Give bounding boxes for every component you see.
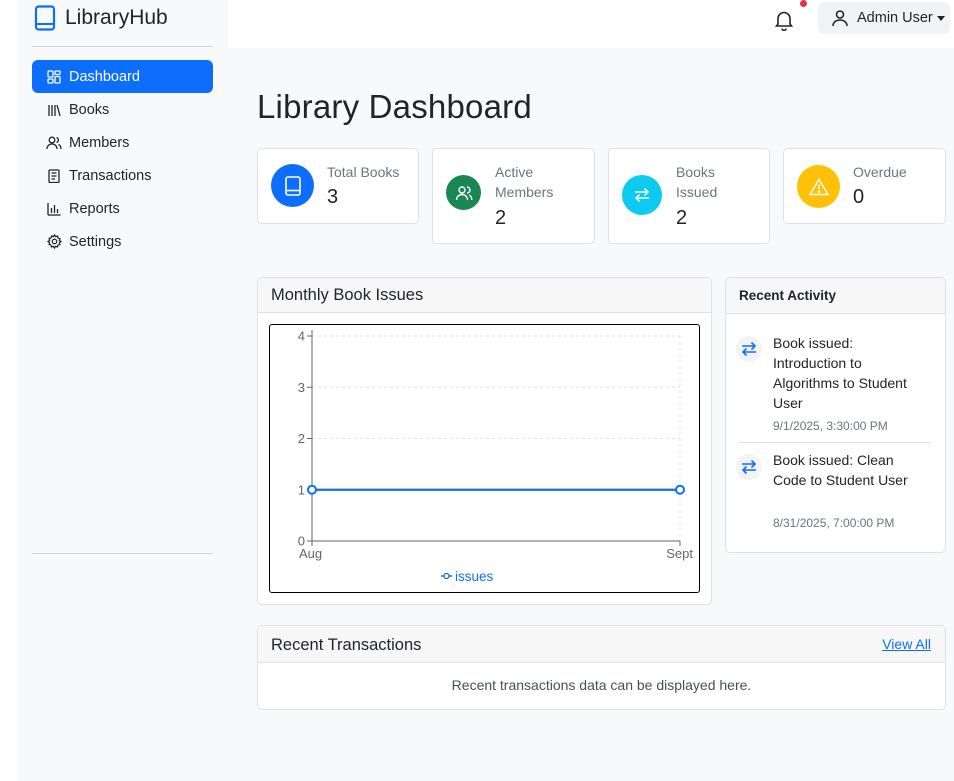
panel-header: Recent Transactions View All xyxy=(258,626,945,663)
dashboard-grid-icon xyxy=(46,69,62,85)
bar-chart-icon xyxy=(46,201,62,217)
y-tick-label: 2 xyxy=(298,431,305,446)
book-icon xyxy=(271,164,314,207)
arrows-exchange-icon xyxy=(736,336,762,362)
brand[interactable]: LibraryHub xyxy=(34,4,168,32)
user-menu-button[interactable]: Admin User xyxy=(818,2,950,34)
sidebar-item-transactions[interactable]: Transactions xyxy=(32,159,213,192)
stat-card-books-issued: Books Issued 2 xyxy=(608,148,770,244)
y-tick-label: 4 xyxy=(298,329,305,344)
stat-value: 0 xyxy=(853,186,865,208)
x-tick-label: Sept xyxy=(666,546,693,561)
stat-card-total-books: Total Books 3 xyxy=(257,148,419,224)
people-icon xyxy=(446,175,481,210)
panel-title: Monthly Book Issues xyxy=(271,286,424,304)
chevron-down-icon xyxy=(936,15,945,21)
panel-title: Recent Activity xyxy=(739,288,837,303)
activity-time: 9/1/2025, 3:30:00 PM xyxy=(773,419,888,433)
x-tick-label: Aug xyxy=(299,546,322,561)
sidebar-divider-top xyxy=(32,46,213,47)
books-icon xyxy=(46,102,62,118)
activity-time: 8/31/2025, 7:00:00 PM xyxy=(773,516,895,530)
activity-divider xyxy=(739,442,931,443)
person-icon xyxy=(832,10,848,27)
people-icon xyxy=(46,135,62,151)
top-navbar: Admin User xyxy=(228,0,954,48)
sidebar-item-dashboard[interactable]: Dashboard xyxy=(32,60,213,93)
notification-dot xyxy=(800,0,807,7)
y-tick-label: 3 xyxy=(298,380,305,395)
app-root: LibraryHub Dashboard Books Members Trans… xyxy=(0,0,954,781)
view-all-link[interactable]: View All xyxy=(882,636,931,652)
stat-card-overdue: Overdue 0 xyxy=(783,148,946,224)
main-content: Admin User Library Dashboard Total Books… xyxy=(228,0,954,781)
page-title: Library Dashboard xyxy=(257,88,532,125)
data-point xyxy=(675,484,685,495)
bell-icon[interactable] xyxy=(774,9,794,31)
sidebar-item-label: Reports xyxy=(69,200,120,217)
panel-header: Recent Activity xyxy=(726,278,945,314)
stat-card-active-members: Active Members 2 xyxy=(432,148,595,244)
stat-label: Overdue xyxy=(853,164,907,180)
sidebar-item-settings[interactable]: Settings xyxy=(32,225,213,258)
line-chart: 01234Aug Septissues xyxy=(298,329,694,585)
stat-label: Active Members xyxy=(495,164,554,200)
sidebar-nav: Dashboard Books Members Transactions Rep… xyxy=(32,60,213,258)
sidebar-item-label: Members xyxy=(69,134,130,151)
transactions-empty-text: Recent transactions data can be displaye… xyxy=(451,677,752,693)
user-name: Admin User xyxy=(857,10,933,26)
stat-value: 3 xyxy=(327,186,339,208)
sidebar-item-label: Transactions xyxy=(69,167,152,184)
book-icon xyxy=(34,5,56,31)
arrows-exchange-icon xyxy=(622,175,662,215)
activity-text: Book issued: Introduction to Algorithms … xyxy=(773,335,907,411)
arrows-exchange-icon xyxy=(736,454,762,480)
recent-activity-panel: Recent Activity Book issued: Introductio… xyxy=(725,277,946,553)
panel-title: Recent Transactions xyxy=(271,636,422,654)
sidebar-item-label: Dashboard xyxy=(69,68,140,85)
activity-text: Book issued: Clean Code to Student User xyxy=(773,452,908,488)
recent-transactions-panel: Recent Transactions View All Recent tran… xyxy=(257,625,946,710)
brand-name: LibraryHub xyxy=(65,6,168,29)
warning-triangle-icon xyxy=(797,165,840,208)
stat-label: Books Issued xyxy=(676,164,718,200)
sidebar-item-label: Settings xyxy=(69,233,122,250)
stat-value: 2 xyxy=(495,207,507,229)
sidebar-item-label: Books xyxy=(69,101,110,118)
y-tick-label: 1 xyxy=(298,482,305,497)
panel-header: Monthly Book Issues xyxy=(258,278,711,313)
stat-label: Total Books xyxy=(327,164,400,180)
legend-label: issues xyxy=(455,569,494,584)
data-point xyxy=(307,484,317,495)
chart-container: 0 1 2 3 4 Aug Sept issues xyxy=(269,324,700,593)
receipt-icon xyxy=(46,168,62,184)
legend-marker xyxy=(443,572,450,580)
left-margin xyxy=(0,0,18,781)
sidebar-item-members[interactable]: Members xyxy=(32,126,213,159)
sidebar-item-reports[interactable]: Reports xyxy=(32,192,213,225)
gear-icon xyxy=(46,234,62,250)
sidebar-item-books[interactable]: Books xyxy=(32,93,213,126)
stat-value: 2 xyxy=(676,207,688,229)
sidebar: LibraryHub Dashboard Books Members Trans… xyxy=(18,0,228,781)
sidebar-divider-bottom xyxy=(32,553,213,554)
monthly-issues-panel: Monthly Book Issues 0 1 2 3 4 Aug Sept issues xyxy=(257,277,712,605)
